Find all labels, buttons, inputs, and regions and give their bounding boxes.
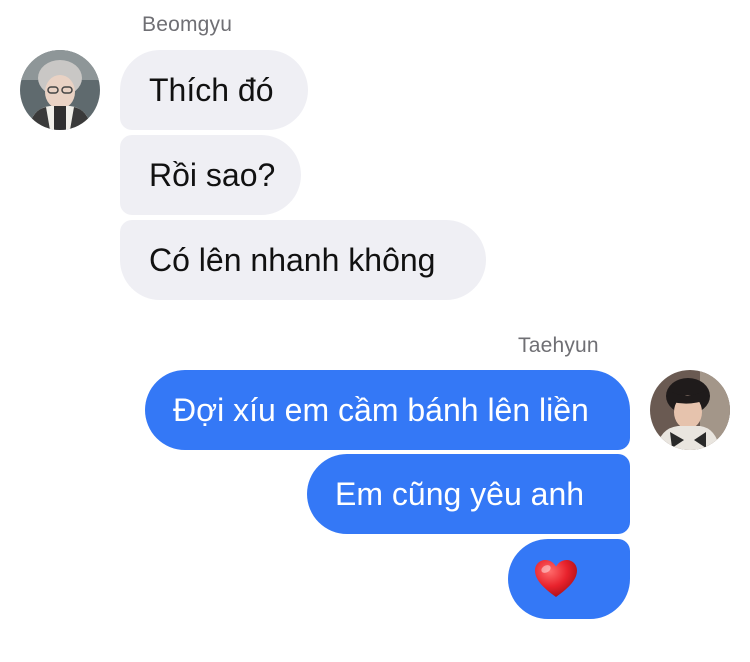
message-bubble-outgoing[interactable] [508,539,630,619]
sender-name-beomgyu: Beomgyu [142,13,233,36]
message-text: Thích đó [149,71,274,108]
message-bubble-outgoing[interactable]: Em cũng yêu anh [307,454,630,534]
avatar-taehyun[interactable] [650,370,730,450]
user-avatar-icon [20,50,100,130]
message-text: Có lên nhanh không [149,241,436,278]
message-text: Rồi sao? [149,156,276,193]
message-bubble-incoming[interactable]: Thích đó [120,50,308,130]
sender-name-taehyun: Taehyun [518,334,599,357]
user-avatar-icon [650,370,730,450]
avatar-beomgyu[interactable] [20,50,100,130]
heart-icon [535,560,577,597]
message-text: Đợi xíu em cầm bánh lên liền [173,391,589,428]
message-bubble-incoming[interactable]: Có lên nhanh không [120,220,486,300]
message-bubble-incoming[interactable]: Rồi sao? [120,135,301,215]
message-bubble-outgoing[interactable]: Đợi xíu em cầm bánh lên liền [145,370,630,450]
message-text: Em cũng yêu anh [335,475,585,512]
